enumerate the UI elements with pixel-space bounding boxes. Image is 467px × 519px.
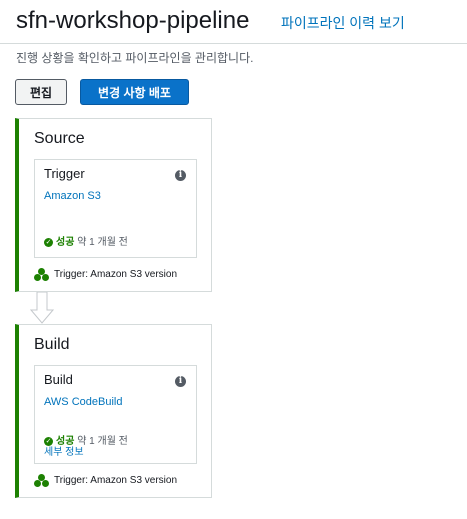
status-time: 약 1 개월 전 [77, 237, 128, 248]
info-icon[interactable]: i [175, 170, 186, 181]
action-status: ✓ 성공 약 1 개월 전 [44, 236, 128, 250]
view-pipeline-history-link[interactable]: 파이프라인 이력 보기 [281, 14, 405, 32]
stage-title: Source [34, 130, 85, 147]
down-arrow-icon[interactable] [30, 292, 54, 324]
trigger-dots-icon [34, 268, 50, 282]
page-description: 진행 상황을 확인하고 파이프라인을 관리합니다. [16, 51, 254, 65]
edit-button[interactable]: 편집 [15, 79, 67, 105]
action-details-link[interactable]: 세부 정보 [44, 447, 84, 459]
stage-source: Source Trigger i Amazon S3 ✓ 성공 약 1 개월 전 … [15, 118, 212, 292]
trigger-text: Trigger: Amazon S3 version [54, 269, 178, 280]
page-title: sfn-workshop-pipeline [16, 7, 250, 34]
status-label: 성공 [56, 436, 75, 447]
action-card-build: Build i AWS CodeBuild ✓ 성공 약 1 개월 전 세부 정보 [34, 365, 197, 464]
stage-trigger: Trigger: Amazon S3 version [34, 268, 199, 282]
action-card-trigger: Trigger i Amazon S3 ✓ 성공 약 1 개월 전 [34, 159, 197, 258]
status-label: 성공 [56, 237, 75, 248]
stage-build: Build Build i AWS CodeBuild ✓ 성공 약 1 개월 전… [15, 324, 212, 498]
info-icon[interactable]: i [175, 376, 186, 387]
action-provider-link[interactable]: AWS CodeBuild [44, 395, 122, 409]
page-header: sfn-workshop-pipeline 파이프라인 이력 보기 [16, 6, 456, 38]
action-provider-link[interactable]: Amazon S3 [44, 189, 101, 203]
stage-title: Build [34, 336, 70, 353]
status-time: 약 1 개월 전 [77, 436, 128, 447]
trigger-dots-icon [34, 474, 50, 488]
action-title: Trigger [44, 166, 85, 181]
check-circle-icon: ✓ [44, 436, 53, 446]
check-circle-icon: ✓ [44, 237, 53, 247]
header-divider [0, 43, 467, 44]
release-change-button[interactable]: 변경 사항 배포 [80, 79, 189, 105]
trigger-text: Trigger: Amazon S3 version [54, 475, 178, 486]
action-title: Build [44, 372, 73, 387]
stage-trigger: Trigger: Amazon S3 version [34, 474, 199, 488]
